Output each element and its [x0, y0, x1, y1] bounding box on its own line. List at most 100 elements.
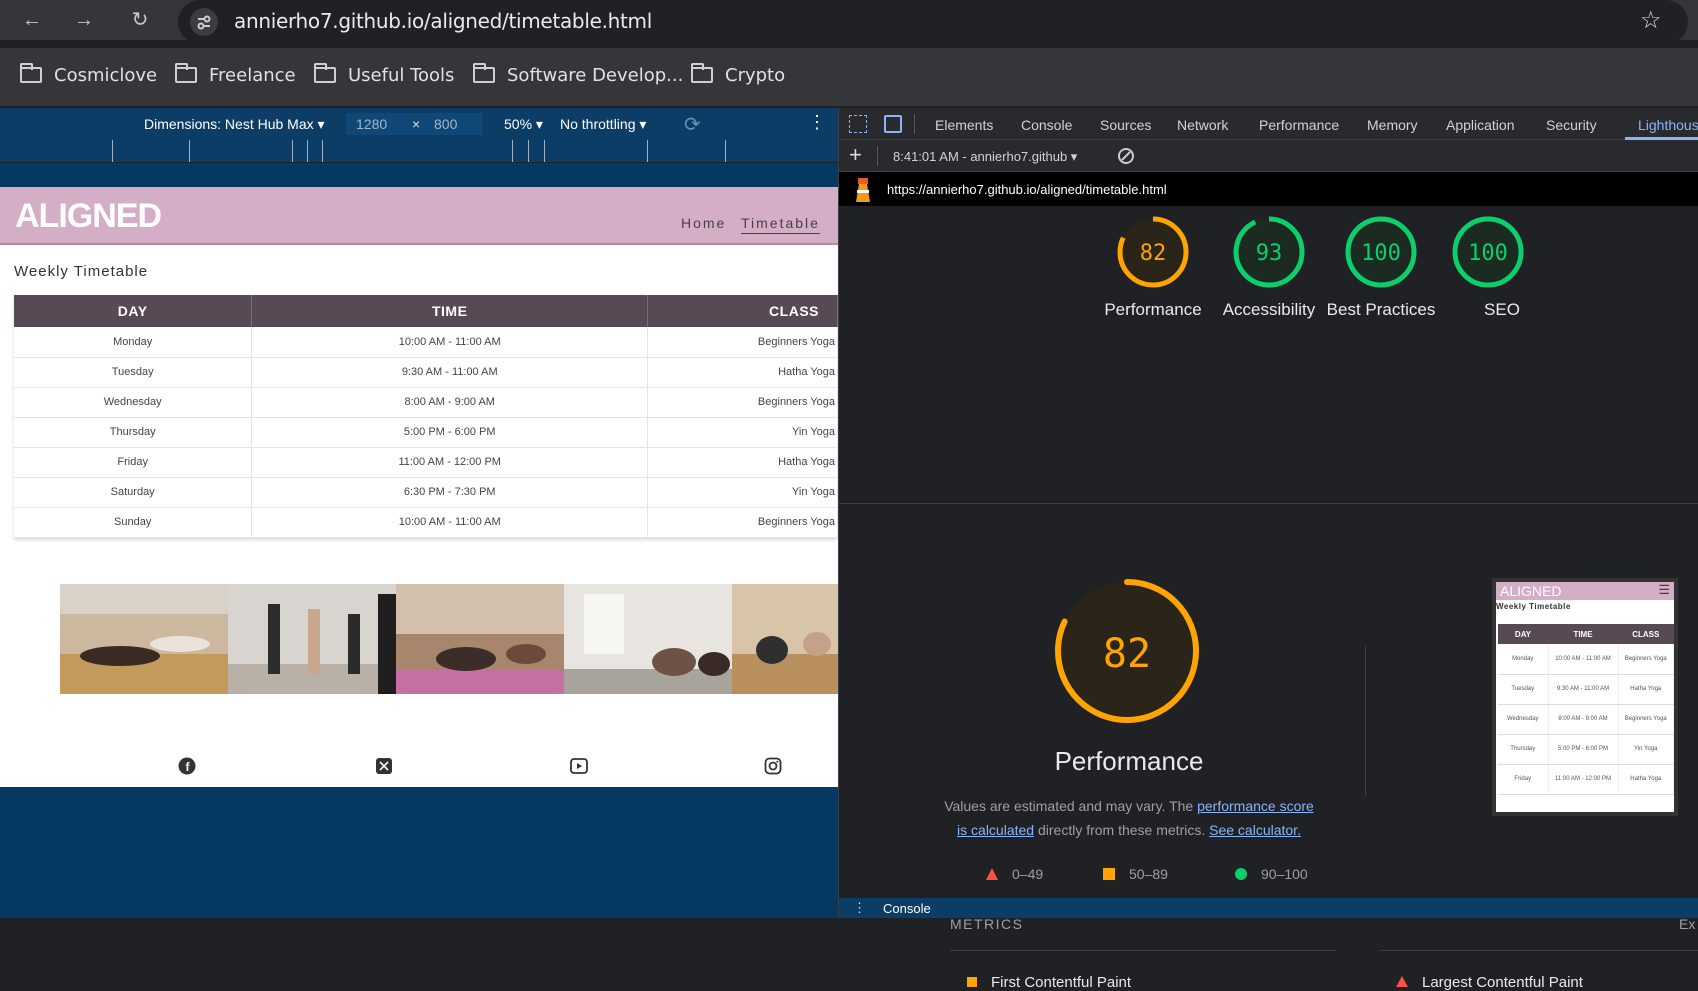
cell-class: Beginners Yoga — [647, 387, 838, 418]
more-options-icon[interactable]: ⋮ — [808, 112, 826, 133]
folder-icon — [314, 63, 336, 83]
cell-time: 11:00 AM - 12:00 PM — [251, 447, 649, 478]
bookmark-useful-tools[interactable]: Useful Tools — [314, 63, 454, 88]
console-drawer-label[interactable]: Console — [883, 901, 931, 916]
thumb-col-time: TIME — [1548, 624, 1618, 644]
clear-icon[interactable] — [1118, 148, 1134, 164]
lighthouse-toolbar: + 8:41:01 AM - annierho7.github ▾ — [839, 140, 1698, 172]
zoom-select[interactable]: 50% ▾ — [504, 116, 543, 133]
bookmark-star-icon[interactable]: ☆ — [1640, 6, 1662, 35]
thumb-cell: 8:00 AM - 9:00 AM — [1548, 704, 1619, 735]
red-triangle-icon — [986, 868, 998, 880]
thumb-cell: Beginners Yoga — [1618, 704, 1674, 735]
table-row: Saturday 6:30 PM - 7:30 PM Yin Yoga — [14, 477, 838, 508]
height-input[interactable]: 800 — [426, 113, 482, 135]
site-logo[interactable]: ALIGNED — [15, 197, 162, 236]
facebook-icon[interactable]: f — [178, 757, 196, 775]
cell-class: Hatha Yoga — [647, 357, 838, 388]
gauge-label-seo: SEO — [1484, 300, 1520, 319]
gauge-label-performance: Performance — [1104, 300, 1202, 319]
yoga-photo-1 — [60, 584, 228, 694]
back-icon[interactable]: ← — [18, 6, 46, 34]
thumb-cell: 11:00 AM - 12:00 PM — [1548, 764, 1619, 795]
thumb-row: Thursday 5:00 PM - 6:00 PM Yin Yoga — [1498, 734, 1674, 765]
tab-network[interactable]: Network — [1177, 117, 1228, 133]
bookmark-software-develop[interactable]: Software Develop... — [473, 63, 683, 88]
tab-lighthouse[interactable]: Lighthous — [1638, 117, 1698, 133]
forward-icon[interactable]: → — [70, 6, 98, 34]
green-circle-icon — [1235, 868, 1247, 880]
console-drawer-bar[interactable]: ⋮ Console — [839, 898, 1698, 918]
orange-square-icon — [1103, 868, 1115, 880]
metric-divider — [950, 950, 1336, 951]
col-header-time: TIME — [251, 295, 649, 327]
thumb-logo: ALIGNED — [1500, 583, 1562, 599]
bookmark-crypto[interactable]: Crypto — [691, 63, 786, 88]
bookmark-freelance[interactable]: Freelance — [175, 63, 296, 88]
cell-time: 10:00 AM - 11:00 AM — [251, 327, 649, 358]
thumb-cell: Hatha Yoga — [1618, 764, 1674, 795]
bookmark-label: Cosmiclove — [54, 65, 158, 86]
desc-text: directly from these metrics. — [1034, 822, 1210, 838]
report-url[interactable]: https://annierho7.github.io/aligned/time… — [887, 182, 1167, 197]
tab-application[interactable]: Application — [1446, 117, 1515, 133]
perf-divider — [1365, 646, 1366, 796]
nav-home[interactable]: Home — [681, 215, 726, 231]
legend-fail: 0–49 — [986, 866, 1043, 882]
see-calculator-link[interactable]: See calculator. — [1209, 822, 1301, 838]
metric-label: First Contentful Paint — [991, 974, 1132, 991]
cell-day: Friday — [14, 447, 253, 478]
thumb-row: Monday 10:00 AM - 11:00 AM Beginners Yoga — [1498, 644, 1674, 675]
section-divider — [839, 503, 1698, 504]
nav-timetable[interactable]: Timetable — [741, 215, 820, 234]
cell-class: Beginners Yoga — [647, 327, 838, 358]
youtube-icon[interactable] — [570, 757, 588, 775]
report-url-bar: https://annierho7.github.io/aligned/time… — [839, 172, 1698, 206]
tab-sources[interactable]: Sources — [1100, 117, 1151, 133]
rotate-icon[interactable]: ⟳ — [684, 112, 701, 137]
final-screenshot-thumbnail[interactable]: ALIGNED ☰ Weekly Timetable DAY TIME CLAS… — [1492, 578, 1678, 816]
thumb-header: ALIGNED ☰ — [1496, 582, 1674, 600]
cell-day: Wednesday — [14, 387, 253, 418]
expand-view-link[interactable]: Ex — [1679, 916, 1695, 932]
inspect-element-icon[interactable] — [849, 115, 867, 133]
url-text[interactable]: annierho7.github.io/aligned/timetable.ht… — [234, 9, 652, 33]
reload-icon[interactable]: ↻ — [126, 6, 154, 34]
tab-elements[interactable]: Elements — [935, 117, 993, 133]
new-report-icon[interactable]: + — [849, 142, 862, 168]
lighthouse-report: 82 93 100 100 Performance Accessibility Bes… — [839, 206, 1698, 991]
table-row: Friday 11:00 AM - 12:00 PM Hatha Yoga — [14, 447, 838, 478]
score-gauges: 82 93 100 100 — [1117, 216, 1524, 288]
tab-performance[interactable]: Performance — [1259, 117, 1339, 133]
gauge-score-best-practices: 100 — [1361, 241, 1401, 266]
tab-security[interactable]: Security — [1546, 117, 1597, 133]
throttling-select[interactable]: No throttling ▾ — [560, 116, 646, 133]
timetable-table: DAY TIME CLASS Monday 10:00 AM - 11:00 AM… — [14, 295, 838, 538]
drawer-menu-icon[interactable]: ⋮ — [853, 900, 866, 916]
hamburger-icon: ☰ — [1658, 582, 1670, 597]
media-query-ruler — [0, 140, 838, 162]
instagram-icon[interactable] — [764, 757, 782, 775]
device-toggle-icon[interactable] — [884, 115, 902, 133]
metric-fcp: First Contentful Paint — [967, 974, 1131, 991]
x-icon[interactable] — [375, 757, 393, 775]
bookmark-label: Freelance — [209, 65, 296, 86]
tab-memory[interactable]: Memory — [1367, 117, 1418, 133]
report-select[interactable]: 8:41:01 AM - annierho7.github ▾ — [893, 149, 1077, 165]
thumb-cell: Hatha Yoga — [1618, 674, 1674, 705]
device-dimensions-select[interactable]: Dimensions: Nest Hub Max ▾ — [144, 116, 325, 133]
cell-class: Hatha Yoga — [647, 447, 838, 478]
cell-time: 6:30 PM - 7:30 PM — [251, 477, 649, 508]
cell-time: 8:00 AM - 9:00 AM — [251, 387, 649, 418]
site-info-icon[interactable] — [190, 8, 218, 36]
metrics-header: METRICS — [950, 916, 1024, 932]
bookmark-cosmiclove[interactable]: Cosmiclove — [20, 63, 158, 88]
desc-text: Values are estimated and may vary. The — [944, 798, 1198, 814]
tab-console[interactable]: Console — [1021, 117, 1072, 133]
folder-icon — [473, 63, 495, 83]
bookmark-label: Crypto — [725, 65, 786, 86]
table-row: Thursday 5:00 PM - 6:00 PM Yin Yoga — [14, 417, 838, 448]
thumb-header-row: DAY TIME CLASS — [1498, 624, 1674, 644]
zoom-value: 50% — [504, 116, 533, 132]
timetable-heading: Weekly Timetable — [14, 263, 149, 280]
